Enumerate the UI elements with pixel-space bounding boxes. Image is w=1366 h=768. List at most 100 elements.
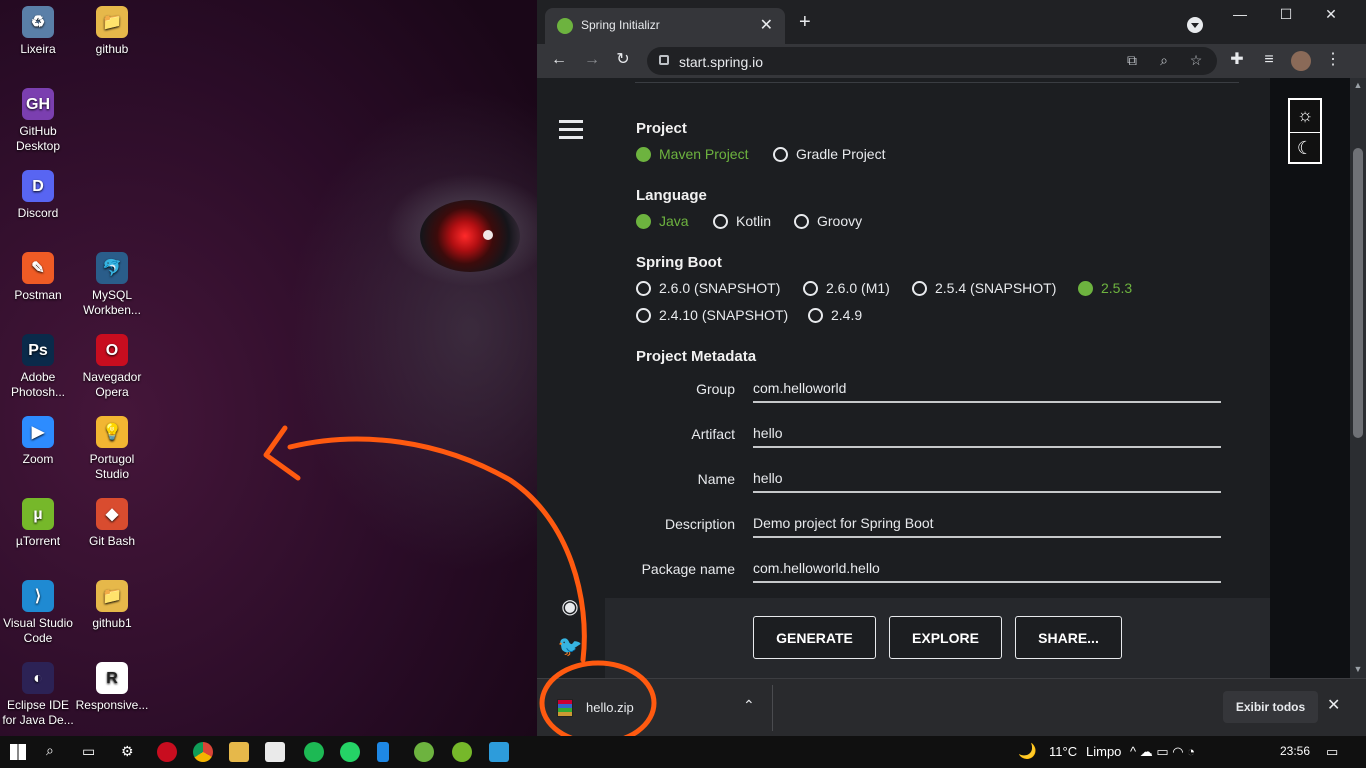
extensions-icon[interactable]: ✚ [1227,51,1247,69]
search-icon[interactable]: ⌕ [46,742,54,759]
close-window-button[interactable]: ✕ [1308,6,1354,23]
lock-icon[interactable] [659,55,669,65]
radio-boot-2-5-3[interactable]: 2.5.3 [1078,280,1132,296]
profile-avatar[interactable] [1291,51,1311,71]
radio-label: 2.4.9 [831,307,863,323]
notification-center-icon[interactable]: ▭ [1326,744,1338,760]
address-bar[interactable]: start.spring.io ⧉ ⌕ ☆ [647,47,1217,75]
desktop-icon[interactable]: R Responsive... [74,662,150,713]
taskbar-utorrent-icon[interactable] [452,742,472,762]
description-input[interactable]: Demo project for Spring Boot [753,508,1221,538]
dark-theme-icon[interactable]: ☾ [1290,132,1320,163]
radio-label: Kotlin [736,213,772,229]
taskbar-spotify-icon[interactable] [304,742,324,762]
url-text[interactable]: start.spring.io [679,54,763,70]
weather-moon-icon[interactable]: 🌙 [1018,742,1037,760]
download-item[interactable]: hello.zip ⌃ [543,685,773,731]
radio-boot-2-4-9[interactable]: 2.4.9 [808,307,862,323]
desktop-icon[interactable]: ◆ Git Bash [74,498,150,549]
explore-button[interactable]: EXPLORE [889,616,1002,659]
maximize-button[interactable]: ☐ [1263,6,1309,23]
zoom-icon[interactable]: ⌕ [1155,52,1173,69]
package-name-input[interactable]: com.helloworld.hello [753,553,1221,583]
tab-spring-initializr[interactable]: Spring Initializr ✕ [545,8,785,44]
windows-start-icon[interactable] [10,744,26,760]
radio-java[interactable]: Java [636,213,689,229]
desktop-icon[interactable]: D Discord [0,170,76,221]
taskbar-opera-icon[interactable] [157,742,177,762]
twitter-icon[interactable]: 🐦 [556,633,584,661]
radio-groovy[interactable]: Groovy [794,213,862,229]
scroll-thumb[interactable] [1353,148,1363,438]
radio-boot-2-4-10-snapshot[interactable]: 2.4.10 (SNAPSHOT) [636,307,788,323]
group-input[interactable]: com.helloworld [753,373,1221,403]
weather-temperature[interactable]: 11°C [1049,744,1077,759]
artifact-input[interactable]: hello [753,418,1221,448]
desktop-icon[interactable]: 💡 Portugol Studio [74,416,150,482]
forward-button[interactable]: → [582,51,602,69]
clock-time[interactable]: 23:56 [1280,744,1310,758]
desktop-icon[interactable]: ⟩ Visual Studio Code [0,580,76,646]
tab-close-icon[interactable]: ✕ [760,15,773,35]
actions-bar: GENERATE EXPLORE SHARE... [605,598,1270,678]
radio-maven-project[interactable]: Maven Project [636,146,748,162]
new-tab-button[interactable]: + [799,12,811,32]
generate-button[interactable]: GENERATE [753,616,876,659]
desktop-icon[interactable]: ◐ Eclipse IDE for Java De... [0,662,76,728]
radio-dot [773,146,788,162]
translate-icon[interactable]: ⧉ [1123,52,1141,69]
desktop-app-icon: D [22,170,54,202]
taskbar-explorer-icon[interactable] [229,742,249,762]
zip-file-icon [557,699,573,717]
scroll-down-icon[interactable]: ▼ [1350,664,1366,674]
taskbar-chrome-icon[interactable] [193,742,213,762]
page-scrollbar[interactable]: ▲ ▼ [1350,78,1366,678]
desktop-icon[interactable]: µ µTorrent [0,498,76,549]
desktop-icon[interactable]: GH GitHub Desktop [0,88,76,154]
close-shelf-icon[interactable]: ✕ [1327,695,1340,715]
radio-gradle-project[interactable]: Gradle Project [773,146,885,162]
taskbar-photos-icon[interactable] [489,742,509,762]
github-icon[interactable]: ◉ [556,593,584,621]
bookmark-star-icon[interactable]: ☆ [1187,52,1205,69]
radio-boot-2-6-0-m1[interactable]: 2.6.0 (M1) [803,280,890,296]
desktop-icon[interactable]: 📁 github [74,6,150,57]
hamburger-menu-icon[interactable] [559,120,583,140]
show-all-downloads-button[interactable]: Exibir todos [1223,691,1318,723]
task-view-icon[interactable]: ▭ [82,743,95,760]
back-button[interactable]: ← [549,51,569,69]
scroll-up-icon[interactable]: ▲ [1350,80,1366,90]
taskbar-store-icon[interactable] [265,742,285,762]
name-input[interactable]: hello [753,463,1221,493]
desktop-icon-label: Adobe Photosh... [10,370,66,399]
desktop-icon[interactable]: 🐬 MySQL Workben... [74,252,150,318]
desktop-icon[interactable]: Ps Adobe Photosh... [0,334,76,400]
settings-gear-icon[interactable]: ⚙ [121,743,134,760]
light-theme-icon[interactable]: ☼ [1290,100,1320,131]
radio-dot [1078,280,1093,296]
desktop-icon[interactable]: 📁 github1 [74,580,150,631]
desktop-icon[interactable]: ✎ Postman [0,252,76,303]
chevron-up-icon[interactable]: ⌃ [743,697,755,714]
desktop-icon[interactable]: O Navegador Opera [74,334,150,400]
desktop-icon-label: MySQL Workben... [83,288,141,317]
taskbar-spring-tool-icon[interactable] [414,742,434,762]
minimize-button[interactable]: — [1217,6,1263,22]
taskbar-whatsapp-icon[interactable] [340,742,360,762]
desktop-app-icon: 🐬 [96,252,128,284]
chrome-menu-icon[interactable]: ⋮ [1323,51,1343,69]
media-control-icon[interactable]: ≡ [1259,51,1279,69]
share-button[interactable]: SHARE... [1015,616,1122,659]
download-file-name[interactable]: hello.zip [586,700,634,715]
desktop-icon[interactable]: ♻ Lixeira [0,6,76,57]
radio-boot-2-5-4-snapshot[interactable]: 2.5.4 (SNAPSHOT) [912,280,1056,296]
wallpaper-eye [420,200,520,272]
desktop-icon[interactable]: ▶ Zoom [0,416,76,467]
radio-boot-2-6-0-snapshot[interactable]: 2.6.0 (SNAPSHOT) [636,280,780,296]
weather-condition[interactable]: Limpo [1086,744,1121,759]
taskbar-app-icon[interactable] [377,742,389,762]
reload-button[interactable]: ↻ [613,51,633,69]
radio-kotlin[interactable]: Kotlin [713,213,771,229]
tab-search-icon[interactable] [1187,17,1203,33]
tray-icons[interactable]: ^ ☁ ▭ ◠ ◔ [1130,744,1195,760]
